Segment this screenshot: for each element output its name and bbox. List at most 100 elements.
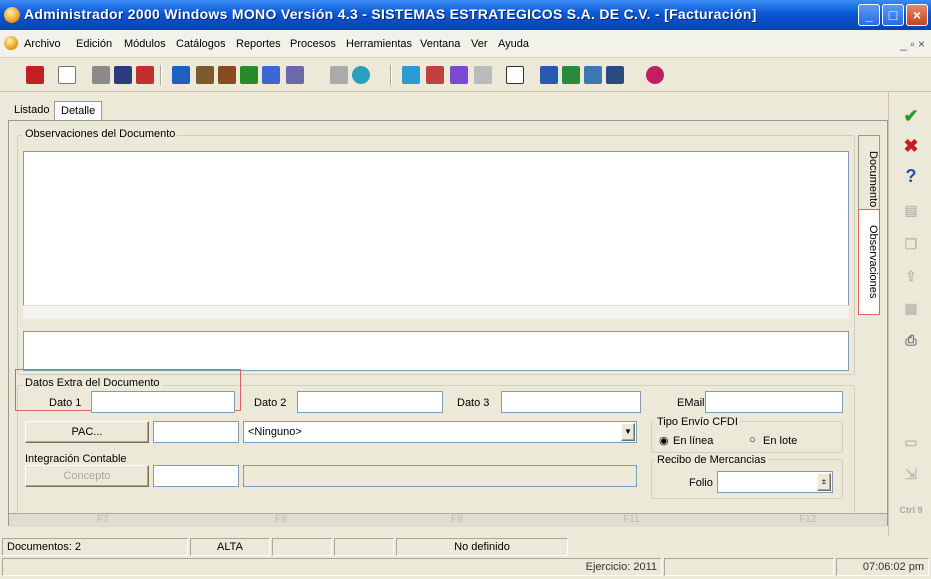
- word-icon[interactable]: [540, 66, 558, 84]
- form-icon[interactable]: [172, 66, 190, 84]
- status-cell-empty-2: [334, 538, 394, 556]
- tab-listado[interactable]: Listado: [8, 101, 55, 121]
- excel-icon[interactable]: [562, 66, 580, 84]
- tag-icon[interactable]: [330, 66, 348, 84]
- chart-icon[interactable]: [402, 66, 420, 84]
- radio-enlinea-icon[interactable]: ◉: [659, 434, 669, 447]
- folder-disabled-icon[interactable]: ▭: [895, 428, 927, 456]
- shield-icon[interactable]: [646, 66, 664, 84]
- app-icon: [4, 7, 20, 23]
- dropdown-chevron-icon[interactable]: ▼: [621, 423, 635, 441]
- open-icon[interactable]: [26, 66, 44, 84]
- observaciones-label: Observaciones del Documento: [23, 128, 178, 140]
- horizontal-scrollbar[interactable]: [23, 305, 849, 319]
- fkey-f7[interactable]: F7: [97, 514, 109, 525]
- title-bar[interactable]: Administrador 2000 Windows MONO Versión …: [0, 0, 931, 30]
- accept-check-icon[interactable]: ✔: [895, 102, 927, 130]
- window-title: Administrador 2000 Windows MONO Versión …: [24, 6, 757, 22]
- separator: [160, 65, 162, 85]
- calendar-icon[interactable]: [474, 66, 492, 84]
- tools-icon[interactable]: [218, 66, 236, 84]
- concepto-description-field: [243, 465, 637, 487]
- tab-detalle[interactable]: Detalle: [54, 101, 103, 121]
- dato3-input[interactable]: [501, 391, 641, 413]
- folio-input[interactable]: [717, 471, 833, 493]
- ctrl9-button[interactable]: Ctrl 9: [895, 496, 927, 524]
- document-disabled-icon[interactable]: ▤: [895, 196, 927, 224]
- monitor-icon[interactable]: [606, 66, 624, 84]
- fkey-f11[interactable]: F11: [623, 514, 640, 525]
- status-mode: ALTA: [190, 538, 270, 556]
- menu-herramientas[interactable]: Herramientas: [346, 38, 412, 50]
- observaciones-secondary-field[interactable]: [23, 331, 849, 371]
- side-tab-observaciones[interactable]: Observaciones: [858, 209, 880, 315]
- truck-icon[interactable]: [136, 66, 154, 84]
- status-cell-empty-1: [272, 538, 332, 556]
- save-icon[interactable]: [114, 66, 132, 84]
- close-button[interactable]: ×: [906, 4, 928, 26]
- menu-ver[interactable]: Ver: [471, 38, 488, 50]
- tray-icon[interactable]: [426, 66, 444, 84]
- datos-extra-label: Datos Extra del Documento: [23, 377, 162, 389]
- status-no-definido: No definido: [396, 538, 568, 556]
- pac-button[interactable]: PAC...: [25, 421, 149, 443]
- copy-disabled-icon[interactable]: ❐: [895, 230, 927, 258]
- delete-icon[interactable]: [92, 66, 110, 84]
- status-documentos: Documentos: 2: [2, 538, 188, 556]
- minimize-button[interactable]: _: [858, 4, 880, 26]
- fkey-f12[interactable]: F12: [799, 514, 816, 525]
- concepto-code-input[interactable]: [153, 465, 239, 487]
- menu-procesos[interactable]: Procesos: [290, 38, 336, 50]
- new-icon[interactable]: [58, 66, 76, 84]
- menu-bar: Archivo Edición Módulos Catálogos Report…: [0, 30, 931, 58]
- detail-panel: Observaciones del Documento Documento Ob…: [8, 120, 888, 527]
- status-cell-empty-3: [664, 558, 834, 576]
- help-icon[interactable]: ?: [895, 162, 927, 190]
- maximize-button[interactable]: □: [882, 4, 904, 26]
- globe-icon[interactable]: [352, 66, 370, 84]
- dato2-label: Dato 2: [254, 397, 287, 409]
- menu-reportes[interactable]: Reportes: [236, 38, 281, 50]
- radio-enlote-label[interactable]: En lote: [763, 435, 797, 447]
- concepto-button[interactable]: Concepto: [25, 465, 149, 487]
- cancel-x-icon[interactable]: ✖: [895, 132, 927, 160]
- people-icon[interactable]: [196, 66, 214, 84]
- observaciones-textarea[interactable]: [23, 151, 849, 319]
- calculator-disabled-icon[interactable]: ▦: [895, 294, 927, 322]
- toolbar: [0, 58, 931, 92]
- email-label: EMail: [677, 397, 705, 409]
- pac-select[interactable]: <Ninguno>: [243, 421, 637, 443]
- folio-spinner[interactable]: ±: [817, 473, 831, 491]
- grid-icon[interactable]: [262, 66, 280, 84]
- document-icon[interactable]: [4, 36, 18, 50]
- status-bar: Documentos: 2 ALTA No definido Ejercicio…: [0, 536, 931, 579]
- separator: [390, 65, 392, 85]
- mail-icon[interactable]: [584, 66, 602, 84]
- export-disabled-icon[interactable]: ⇲: [895, 460, 927, 488]
- menu-catalogos[interactable]: Catálogos: [176, 38, 226, 50]
- radio-enlote-icon[interactable]: ○: [749, 434, 756, 446]
- dato3-label: Dato 3: [457, 397, 490, 409]
- dato1-input[interactable]: [91, 391, 235, 413]
- status-ejercicio: Ejercicio: 2011: [2, 558, 662, 576]
- ruler-icon[interactable]: [506, 66, 524, 84]
- menu-modulos[interactable]: Módulos: [124, 38, 166, 50]
- menu-ayuda[interactable]: Ayuda: [498, 38, 529, 50]
- pac-code-input[interactable]: [153, 421, 239, 443]
- radio-enlinea-label[interactable]: En línea: [673, 435, 713, 447]
- tag2-icon[interactable]: [450, 66, 468, 84]
- menu-edicion[interactable]: Edición: [76, 38, 112, 50]
- report-icon[interactable]: [286, 66, 304, 84]
- users-icon[interactable]: [240, 66, 258, 84]
- print-icon[interactable]: ⎙: [895, 326, 927, 354]
- status-time: 07:06:02 pm: [836, 558, 929, 576]
- fkey-f9[interactable]: F9: [451, 514, 463, 525]
- upload-disabled-icon[interactable]: ⇪: [895, 262, 927, 290]
- menu-ventana[interactable]: Ventana: [420, 38, 460, 50]
- fkey-f8[interactable]: F8: [275, 514, 287, 525]
- integracion-label: Integración Contable: [23, 453, 129, 465]
- menu-archivo[interactable]: Archivo: [24, 38, 61, 50]
- mdi-controls[interactable]: _ ▫ ×: [900, 37, 925, 51]
- email-input[interactable]: [705, 391, 843, 413]
- dato2-input[interactable]: [297, 391, 443, 413]
